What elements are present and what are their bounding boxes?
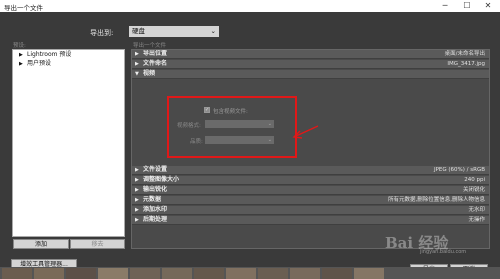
thumbnail[interactable] [34,268,64,279]
triangle-right-icon: ▶ [135,187,139,193]
preset-item-user[interactable]: ▶ 用户预设 [13,59,124,68]
section-name: 文件设置 [143,166,168,173]
remove-preset-button[interactable]: 移去 [70,239,125,249]
thumbnail[interactable] [226,268,256,279]
section-value: 无水印 [468,207,485,213]
section-name: 输出锐化 [143,186,168,193]
section-name: 元数据 [143,196,162,203]
triangle-down-icon: ▼ [135,71,139,77]
add-preset-button[interactable]: 添加 [13,239,69,249]
preset-item-label: 用户预设 [27,60,52,67]
triangle-right-icon: ▶ [135,167,139,173]
section-value: 桌面/未命名导出 [444,51,485,57]
section-output-sharpening[interactable]: ▶ 输出锐化 关闭锐化 [132,186,489,195]
section-metadata[interactable]: ▶ 元数据 所有元数据,删除位置信息,删除人物信息 [132,196,489,205]
highlight-box [167,96,297,158]
watermark-url: jingyan.baidu.com [420,249,467,255]
section-value: 关闭锐化 [462,187,485,193]
section-watermark[interactable]: ▶ 添加水印 无水印 [132,206,489,215]
panel-label: 导出一个文件 [133,43,167,49]
thumbnail[interactable] [130,268,160,279]
section-name: 导出位置 [143,50,168,57]
annotation-arrow-icon [292,125,319,139]
thumbnail[interactable] [354,268,384,279]
thumbnail[interactable] [98,268,128,279]
thumbnail[interactable] [66,268,96,279]
section-value: 240 ppi [464,177,485,183]
thumbnail[interactable] [162,268,192,279]
thumbnail[interactable] [258,268,288,279]
triangle-right-icon: ▶ [135,51,139,57]
triangle-right-icon: ▶ [135,197,139,203]
triangle-right-icon: ▶ [135,217,139,223]
section-file-settings[interactable]: ▶ 文件设置 JPEG (60%) / sRGB [132,166,489,175]
section-name: 后期处理 [143,216,168,223]
section-value: 所有元数据,删除位置信息,删除人物信息 [388,197,485,203]
chevron-down-icon: ⌄ [210,27,216,35]
triangle-right-icon[interactable]: ▶ [19,60,27,69]
section-name: 调整图像大小 [143,176,180,183]
preset-item-label: Lightroom 预设 [27,51,72,58]
export-dialog: 导出到: 硬盘 ⌄ 预设: ▶ Lightroom 预设 ▶ 用户预设 添加 移去 … [0,12,500,274]
triangle-right-icon: ▶ [135,177,139,183]
thumbnail[interactable] [322,268,352,279]
preset-list[interactable]: ▶ Lightroom 预设 ▶ 用户预设 [12,49,125,237]
section-name: 视频 [143,70,156,77]
thumbnail[interactable] [194,268,224,279]
section-image-sizing[interactable]: ▶ 调整图像大小 240 ppi [132,176,489,185]
section-value: 无操作 [468,217,485,223]
thumbnail[interactable] [290,268,320,279]
export-to-label: 导出到: [90,29,114,37]
thumbnail[interactable] [2,268,32,279]
export-to-value: 硬盘 [132,27,145,35]
section-value: IMG_3417.jpg [447,61,485,67]
close-button[interactable]: ✕ [481,1,495,11]
section-value: JPEG (60%) / sRGB [433,167,485,173]
export-to-select[interactable]: 硬盘 ⌄ [129,26,219,37]
preset-item-lightroom[interactable]: ▶ Lightroom 预设 [13,50,124,59]
minimize-button[interactable]: ─ [438,1,452,11]
maximize-button[interactable]: ☐ [460,1,474,11]
section-file-naming[interactable]: ▶ 文件命名 IMG_3417.jpg [132,60,489,69]
section-name: 添加水印 [143,206,168,213]
section-name: 文件命名 [143,60,168,67]
window-title: 导出一个文件 [4,4,43,12]
triangle-right-icon: ▶ [135,61,139,67]
section-post-processing[interactable]: ▶ 后期处理 无操作 [132,216,489,225]
triangle-right-icon: ▶ [135,207,139,213]
section-video[interactable]: ▼ 视频 [132,70,489,79]
section-export-location[interactable]: ▶ 导出位置 桌面/未命名导出 [132,50,489,59]
preset-label: 预设: [13,43,26,49]
title-bar: 导出一个文件 ─ ☐ ✕ [0,0,500,12]
